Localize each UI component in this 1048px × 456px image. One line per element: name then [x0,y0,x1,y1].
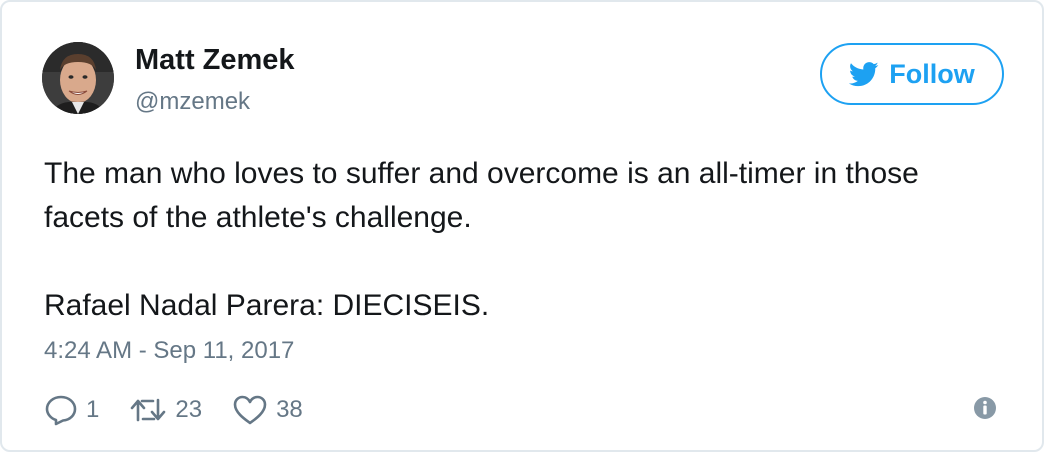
reply-button[interactable]: 1 [44,394,99,426]
tweet-text: The man who loves to suffer and overcome… [44,152,1004,328]
heart-icon [232,394,268,426]
twitter-bird-icon [849,61,879,87]
retweet-button[interactable]: 23 [129,396,202,424]
author-name[interactable]: Matt Zemek [135,46,295,75]
retweet-count: 23 [175,396,203,423]
like-count: 38 [276,396,303,423]
tweet-actions: 1 23 38 [44,390,333,430]
like-button[interactable]: 38 [232,394,303,426]
tweet-line-1: The man who loves to suffer and overcome… [44,157,919,190]
tweet-card: Matt Zemek @mzemek Follow The man who lo… [0,0,1044,452]
tweet-line-2: facets of the athlete's challenge. [44,201,472,234]
author-handle[interactable]: @mzemek [135,90,250,114]
follow-label: Follow [889,58,975,89]
reply-count: 1 [86,396,100,423]
paragraph-break [44,240,1004,284]
info-icon[interactable] [973,396,997,420]
profile-photo-icon [42,42,114,114]
avatar[interactable] [42,42,114,114]
tweet-timestamp[interactable]: 4:24 AM - Sep 11, 2017 [44,339,294,363]
tweet-line-3: Rafael Nadal Parera: DIECISEIS. [44,289,490,322]
reply-icon [44,394,78,426]
retweet-icon [129,396,167,424]
follow-button[interactable]: Follow [820,43,1004,105]
